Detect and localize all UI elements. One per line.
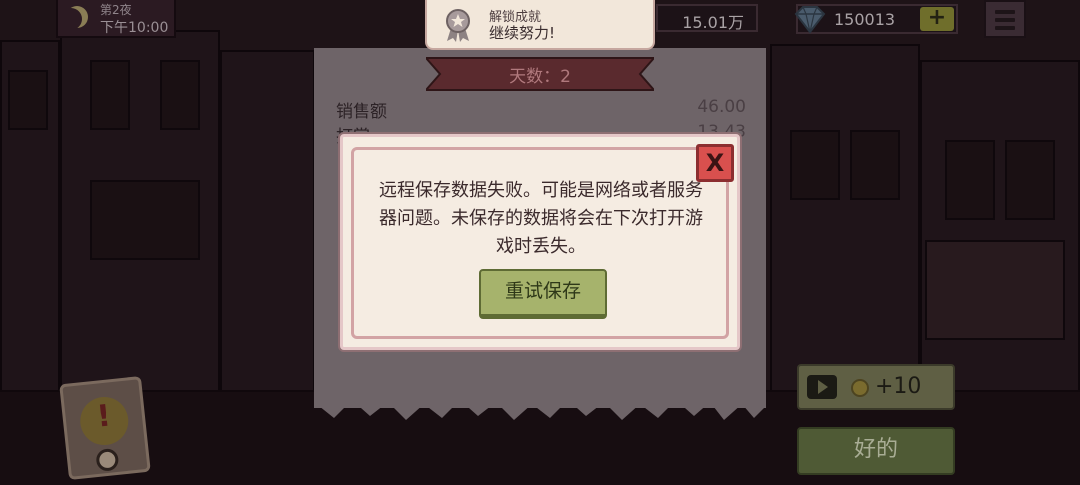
receipt-row-label: 销售额 [336,102,387,122]
alert-mark: ! [95,398,113,435]
achievement-toast: 解锁成就 继续努力! [425,0,655,50]
watch-ad-button[interactable]: +10 [797,364,955,410]
coin-icon [851,379,869,397]
alert-indicator [95,447,120,473]
night-indicator: 第2夜 下午10:00 [56,0,176,38]
close-button[interactable]: X [696,144,734,182]
money-counter: 15.01万 [656,4,758,32]
time-display: 下午10:00 [100,20,169,36]
day-label: 天数：2 [509,67,571,87]
save-failed-dialog: 远程保存数据失败。可能是网络或者服务器问题。未保存的数据将会在下次打开游戏时丢失… [340,134,740,350]
menu-icon [995,10,1015,14]
dialog-message: 远程保存数据失败。可能是网络或者服务器问题。未保存的数据将会在下次打开游戏时丢失… [379,180,703,257]
alert-card[interactable]: ! [59,375,151,481]
night-label: 第2夜 [100,3,132,17]
menu-icon-bar [995,26,1015,30]
receipt-row-value: 46.00 [697,97,746,117]
receipt-torn-edge [314,392,766,420]
menu-button[interactable] [984,0,1026,38]
play-icon [807,375,837,399]
ad-reward-amount: +10 [875,374,922,399]
menu-icon-bar [995,18,1015,22]
add-gems-button[interactable]: + [920,7,954,31]
medal-icon [446,9,470,42]
toast-subtitle: 继续努力! [489,24,556,42]
gem-value: 150013 [834,10,896,29]
gem-counter: 150013 + [794,4,958,34]
ok-button[interactable]: 好的 [797,427,955,475]
gem-icon [794,6,826,34]
moon-icon [66,6,88,28]
close-icon: X [705,149,725,177]
retry-save-button[interactable]: 重试保存 [479,269,607,319]
